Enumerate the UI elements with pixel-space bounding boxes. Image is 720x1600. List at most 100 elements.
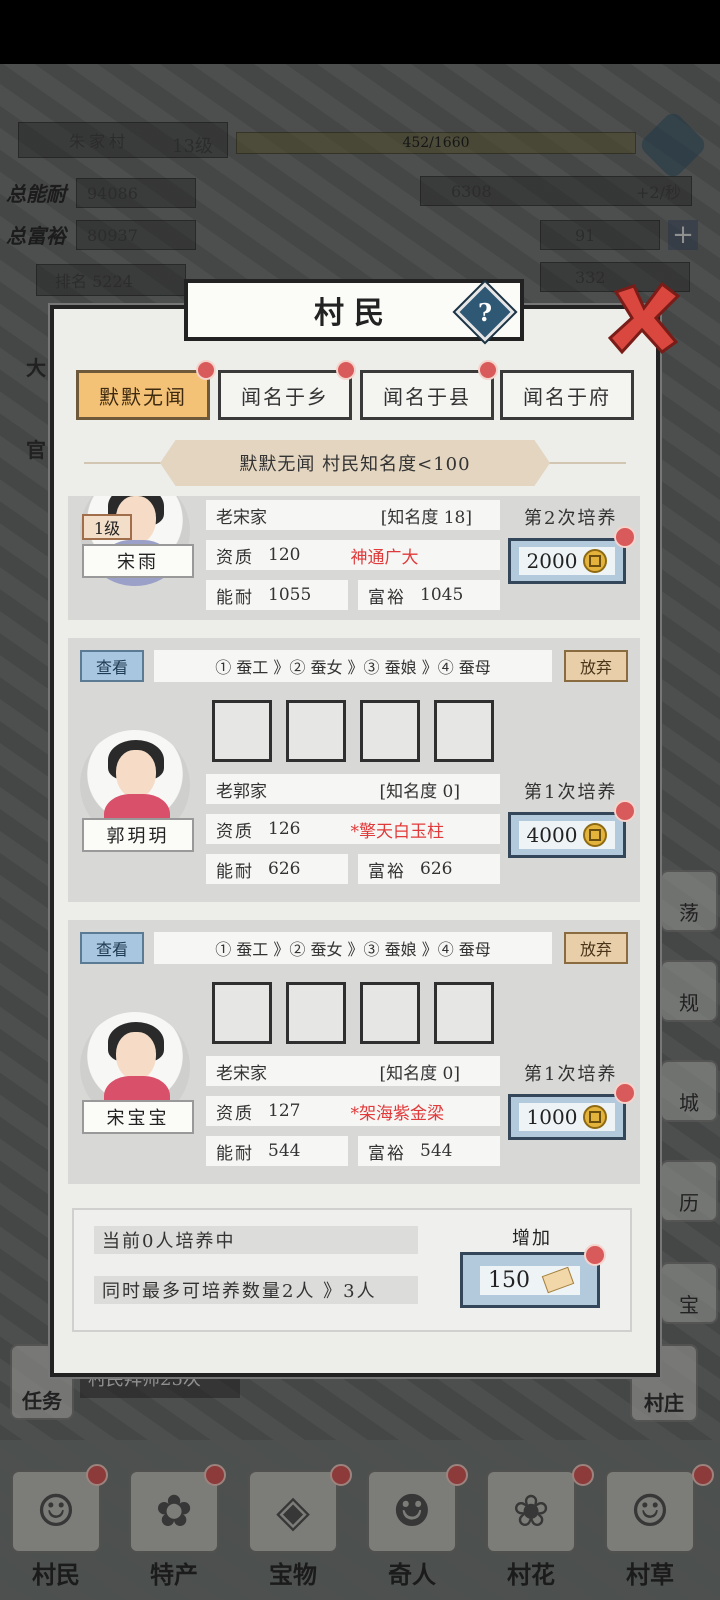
villager-3-slot-2[interactable] [286, 982, 346, 1044]
villager-3-aptitude-row: 资质 127 *架海紫金梁 [206, 1096, 500, 1126]
banner-line-left [84, 462, 164, 464]
villager-1-power: 能耐 1055 [206, 580, 348, 610]
villager-1-aptitude-value: 120 [268, 545, 301, 565]
villager-2-cost: 4000 [518, 821, 616, 849]
villager-1-level-text: 1级 [93, 519, 121, 538]
max-training-text: 同时最多可培养数量2人 》3人 [102, 1281, 377, 1302]
villager-3-train-dot [614, 1082, 636, 1104]
avatar-face [116, 1032, 156, 1080]
villager-2-slot-3[interactable] [360, 700, 420, 762]
villager-1-fame: [知名度 18] [380, 507, 472, 528]
villager-1-wealth-value: 1045 [420, 585, 464, 605]
villager-3-fame: [知名度 0] [379, 1063, 460, 1084]
villager-2-power-label: 能耐 [216, 861, 254, 882]
villager-1-aptitude-row: 资质 120 神通广大 [206, 540, 500, 570]
add-slot-dot [584, 1244, 606, 1266]
villager-2-drop-label: 放弃 [579, 658, 612, 677]
villager-2-fame: [知名度 0] [379, 781, 460, 802]
villager-3-power-value: 544 [268, 1141, 301, 1161]
villager-3-wealth: 富裕 544 [358, 1136, 500, 1166]
villager-3-path-text: ① 蚕工 》② 蚕女 》③ 蚕娘 》④ 蚕母 [215, 940, 491, 959]
current-training-text: 当前0人培养中 [102, 1231, 236, 1252]
villager-3-wealth-label: 富裕 [368, 1143, 406, 1164]
villager-3-train-label: 第1次培养 [524, 1064, 618, 1085]
villager-1-aptitude-label: 资质 [216, 547, 254, 568]
villager-3-aptitude-title: *架海紫金梁 [350, 1103, 444, 1124]
villager-2-aptitude-value: 126 [268, 819, 301, 839]
panel-help-label: ? [477, 297, 493, 327]
villager-2-path-text: ① 蚕工 》② 蚕女 》③ 蚕娘 》④ 蚕母 [215, 658, 491, 677]
villager-2-view-label: 查看 [95, 658, 128, 677]
status-bar [0, 0, 720, 64]
villager-3-cost: 1000 [518, 1103, 616, 1131]
fame-banner: 默默无闻 村民知名度<100 [160, 440, 550, 486]
villager-2-name-text: 郭玥玥 [106, 826, 170, 847]
tab-prefecture-label: 闻名于府 [523, 384, 611, 409]
villager-3-aptitude-label: 资质 [216, 1103, 254, 1124]
villager-3-family: 老宋家 [216, 1063, 267, 1084]
villager-1-cost: 2000 [518, 547, 616, 575]
tab-unknown-dot [196, 360, 216, 380]
villager-2-name: 郭玥玥 [82, 818, 194, 852]
villager-2-power-value: 626 [268, 859, 301, 879]
villager-2-family: 老郭家 [216, 781, 267, 802]
villager-2-train-button[interactable]: 4000 [508, 812, 626, 858]
villager-card-3: 查看 ① 蚕工 》② 蚕女 》③ 蚕娘 》④ 蚕母 放弃 宋宝宝 老宋家 [知名… [68, 920, 640, 1184]
add-slot-cost: 150 [480, 1265, 580, 1295]
add-slot-cost-value: 150 [488, 1267, 530, 1293]
villager-3-slot-1[interactable] [212, 982, 272, 1044]
tab-township-label: 闻名于乡 [241, 384, 329, 409]
banner-line-right [546, 462, 626, 464]
avatar-face [116, 750, 156, 798]
villager-3-view-button[interactable]: 查看 [80, 932, 144, 964]
villager-2-aptitude-label: 资质 [216, 821, 254, 842]
villager-2-train-label: 第1次培养 [524, 782, 618, 803]
villager-3-power-label: 能耐 [216, 1143, 254, 1164]
villager-3-aptitude-value: 127 [268, 1101, 301, 1121]
tab-unknown-label: 默默无闻 [99, 384, 187, 409]
villager-3-name-text: 宋宝宝 [106, 1108, 170, 1129]
villager-1-train-label: 第2次培养 [524, 508, 618, 529]
tab-county-dot [478, 360, 498, 380]
coin-icon [583, 549, 608, 573]
villager-card-2: 查看 ① 蚕工 》② 蚕女 》③ 蚕娘 》④ 蚕母 放弃 郭玥玥 老郭家 [知名… [68, 638, 640, 902]
villager-2-slot-2[interactable] [286, 700, 346, 762]
villager-1-aptitude-title: 神通广大 [350, 547, 419, 568]
villager-1-power-label: 能耐 [216, 587, 254, 608]
villager-1-family-row: 老宋家 [知名度 18] [206, 500, 500, 530]
coin-icon [583, 823, 608, 847]
villager-2-view-button[interactable]: 查看 [80, 650, 144, 682]
add-slot-button[interactable]: 150 [460, 1252, 600, 1308]
tab-prefecture[interactable]: 闻名于府 [500, 370, 634, 420]
villager-3-drop-label: 放弃 [579, 940, 612, 959]
villager-1-name-text: 宋雨 [117, 552, 159, 573]
villager-3-name: 宋宝宝 [82, 1100, 194, 1134]
fame-banner-text: 默默无闻 村民知名度<100 [239, 454, 471, 475]
villager-1-power-value: 1055 [268, 585, 312, 605]
villager-3-power: 能耐 544 [206, 1136, 348, 1166]
villager-1-train-dot [614, 526, 636, 548]
villager-2-slot-1[interactable] [212, 700, 272, 762]
villager-2-aptitude-row: 资质 126 *擎天白玉柱 [206, 814, 500, 844]
tab-township[interactable]: 闻名于乡 [218, 370, 352, 420]
villager-2-drop-button[interactable]: 放弃 [564, 650, 628, 682]
villager-3-slot-4[interactable] [434, 982, 494, 1044]
villager-1-train-button[interactable]: 2000 [508, 538, 626, 584]
villager-1-name: 宋雨 [82, 544, 194, 578]
villager-2-aptitude-title: *擎天白玉柱 [350, 821, 444, 842]
villager-3-family-row: 老宋家 [知名度 0] [206, 1056, 500, 1086]
villager-2-slot-4[interactable] [434, 700, 494, 762]
tab-county[interactable]: 闻名于县 [360, 370, 494, 420]
villager-3-drop-button[interactable]: 放弃 [564, 932, 628, 964]
villager-2-train-dot [614, 800, 636, 822]
tab-township-dot [336, 360, 356, 380]
close-icon[interactable] [604, 278, 684, 358]
villager-list[interactable]: 1级 宋雨 老宋家 [知名度 18] 资质 120 神通广大 能耐 1055 富… [66, 496, 642, 1192]
villager-3-slot-3[interactable] [360, 982, 420, 1044]
villager-2-wealth-label: 富裕 [368, 861, 406, 882]
villager-3-train-button[interactable]: 1000 [508, 1094, 626, 1140]
villager-3-cost-value: 1000 [526, 1105, 578, 1129]
coin-icon [583, 1105, 608, 1129]
tab-unknown[interactable]: 默默无闻 [76, 370, 210, 420]
villager-2-cost-value: 4000 [526, 823, 578, 847]
